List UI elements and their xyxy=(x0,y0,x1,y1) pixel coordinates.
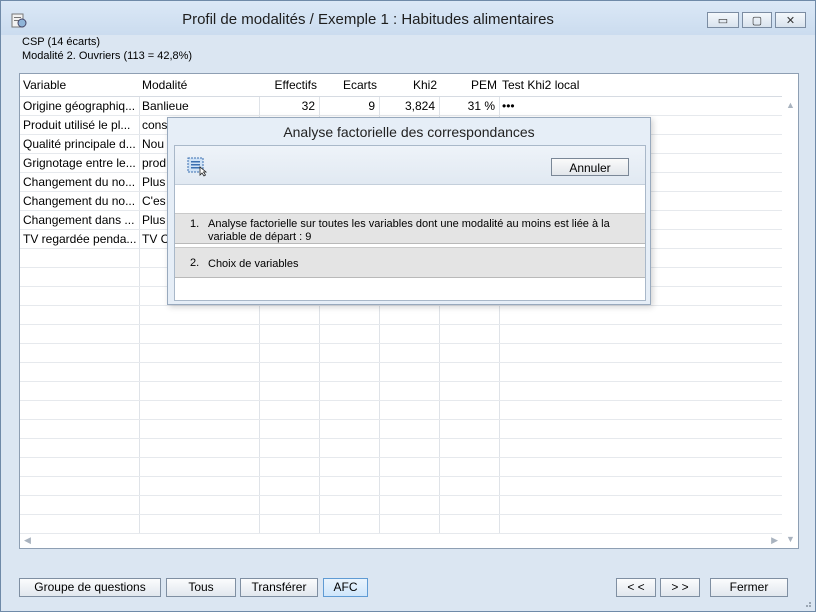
window-title: Profil de modalités / Exemple 1 : Habitu… xyxy=(182,11,554,28)
afc-button[interactable]: AFC xyxy=(323,578,368,597)
main-window: Profil de modalités / Exemple 1 : Habitu… xyxy=(0,0,816,612)
column-header-test[interactable]: Test Khi2 local xyxy=(502,78,579,92)
close-icon: ✕ xyxy=(785,14,796,27)
cell-khi2: 3,824 xyxy=(404,99,435,113)
row-divider xyxy=(20,457,782,458)
column-header-variable[interactable]: Variable xyxy=(23,78,66,92)
row-divider xyxy=(20,400,782,401)
option-number: 1. xyxy=(190,218,200,230)
row-divider xyxy=(20,438,782,439)
cell-ecarts: 9 xyxy=(368,99,375,113)
row-divider xyxy=(20,381,782,382)
column-header-row: Variable Modalité Effectifs Ecarts Khi2 … xyxy=(20,74,798,97)
cancel-button[interactable]: Annuler xyxy=(551,158,629,176)
cell-variable: Changement dans ... xyxy=(23,213,135,227)
dialog-toolbar: Annuler xyxy=(175,146,645,185)
row-divider xyxy=(20,305,782,306)
row-divider xyxy=(20,419,782,420)
row-divider xyxy=(20,514,782,515)
row-divider xyxy=(20,495,782,496)
cell-variable: Origine géographiq... xyxy=(23,99,136,113)
column-header-khi2[interactable]: Khi2 xyxy=(382,78,437,92)
column-header-pem[interactable]: PEM xyxy=(442,78,497,92)
maximize-icon: ▢ xyxy=(751,14,763,27)
column-header-ecarts[interactable]: Ecarts xyxy=(322,78,377,92)
groupe-questions-button[interactable]: Groupe de questions xyxy=(19,578,161,597)
modality-info: Modalité 2. Ouvriers (113 = 42,8%) xyxy=(22,50,193,62)
row-divider xyxy=(20,324,782,325)
select-list-icon[interactable] xyxy=(187,157,209,177)
row-divider xyxy=(20,343,782,344)
row-divider xyxy=(20,476,782,477)
horizontal-scrollbar[interactable]: ◀ ▶ xyxy=(20,534,782,548)
scroll-down-icon[interactable]: ▼ xyxy=(786,534,795,544)
cell-test: ••• xyxy=(502,99,515,113)
option-choose-variables[interactable]: 2. Choix de variables xyxy=(175,247,645,278)
resize-grip-icon[interactable] xyxy=(802,598,812,608)
vertical-scrollbar[interactable]: ▲ ▼ xyxy=(782,96,798,548)
scroll-up-icon[interactable]: ▲ xyxy=(786,100,795,110)
minimize-icon: ▭ xyxy=(717,14,729,27)
option-label: Choix de variables xyxy=(208,258,299,270)
column-header-modalite[interactable]: Modalité xyxy=(142,78,187,92)
row-divider xyxy=(20,115,782,116)
dialog-title: Analyse factorielle des correspondances xyxy=(283,124,535,140)
scroll-right-icon[interactable]: ▶ xyxy=(771,535,778,546)
cell-effectifs: 32 xyxy=(301,99,315,113)
column-header-effectifs[interactable]: Effectifs xyxy=(262,78,317,92)
maximize-button[interactable]: ▢ xyxy=(742,12,772,28)
cell-variable: Qualité principale d... xyxy=(23,137,136,151)
next-button[interactable]: > > xyxy=(660,578,700,597)
dialog-body: Annuler 1. Analyse factorielle sur toute… xyxy=(174,145,646,301)
afc-dialog: Analyse factorielle des correspondances … xyxy=(167,117,651,305)
tous-button[interactable]: Tous xyxy=(166,578,236,597)
question-info: CSP (14 écarts) xyxy=(22,36,101,48)
fermer-button[interactable]: Fermer xyxy=(710,578,788,597)
header-info: CSP (14 écarts) Modalité 2. Ouvriers (11… xyxy=(22,35,192,63)
option-all-variables[interactable]: 1. Analyse factorielle sur toutes les va… xyxy=(175,213,645,244)
cell-variable: Grignotage entre le... xyxy=(23,156,136,170)
close-button[interactable]: ✕ xyxy=(775,12,806,28)
cell-variable: TV regardée penda... xyxy=(23,232,136,246)
option-number: 2. xyxy=(190,257,200,269)
minimize-button[interactable]: ▭ xyxy=(707,12,739,28)
cell-variable: Changement du no... xyxy=(23,175,136,189)
cell-variable: Changement du no... xyxy=(23,194,136,208)
previous-button[interactable]: < < xyxy=(616,578,656,597)
title-bar: Profil de modalités / Exemple 1 : Habitu… xyxy=(1,1,815,35)
cell-modalite: Banlieue xyxy=(142,99,189,113)
transferer-button[interactable]: Transférer xyxy=(240,578,318,597)
cell-variable: Produit utilisé le pl... xyxy=(23,118,131,132)
option-label: Analyse factorielle sur toutes les varia… xyxy=(208,218,610,243)
row-divider xyxy=(20,362,782,363)
cell-pem: 31 % xyxy=(467,99,495,113)
scroll-left-icon[interactable]: ◀ xyxy=(24,535,31,546)
